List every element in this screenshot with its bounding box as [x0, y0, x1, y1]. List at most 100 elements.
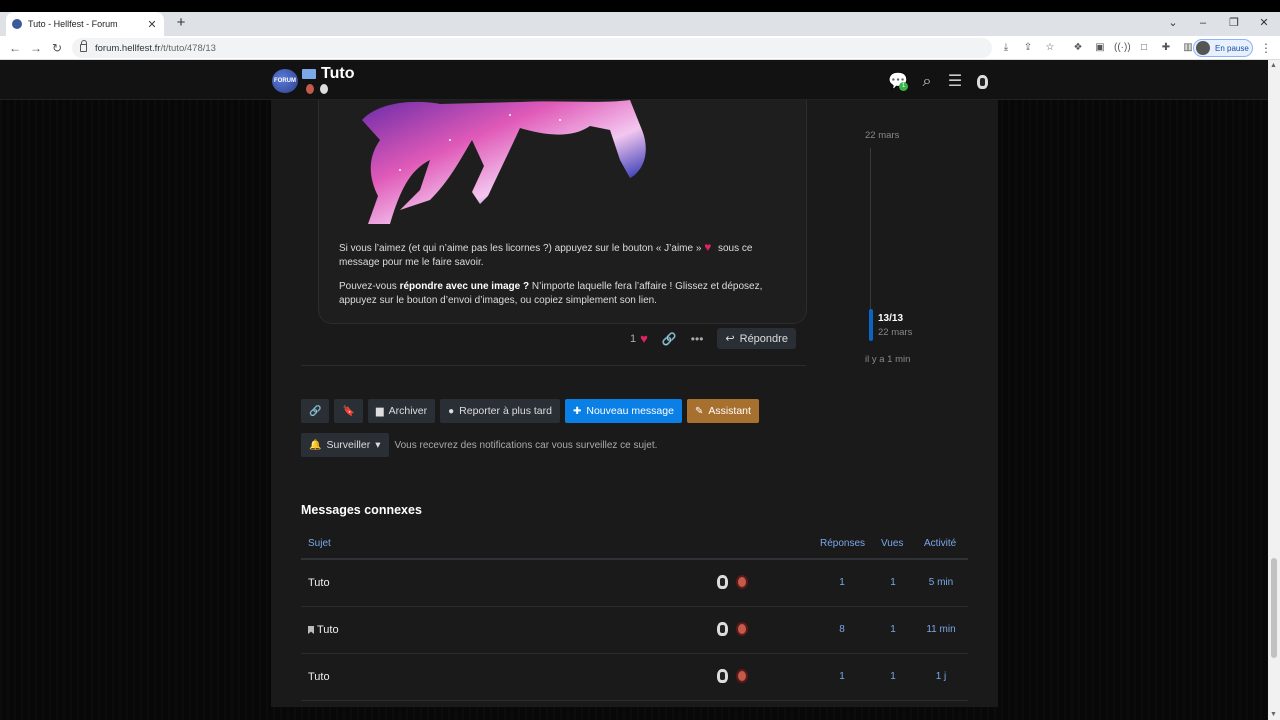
col-views[interactable]: Vues	[881, 538, 903, 549]
related-replies[interactable]: 8	[827, 624, 857, 635]
avatar[interactable]	[736, 669, 748, 683]
timeline-last-activity[interactable]: il y a 1 min	[865, 354, 910, 365]
related-replies[interactable]: 1	[827, 671, 857, 682]
avatar[interactable]	[736, 622, 748, 636]
related-views: 1	[890, 577, 896, 588]
heart-icon: ♥	[640, 331, 648, 346]
tab-search-icon[interactable]: ⌄	[1158, 14, 1188, 32]
header-topic-title[interactable]: Tuto	[302, 65, 354, 83]
avatar[interactable]	[717, 575, 728, 589]
forum-logo[interactable]: FORUM	[272, 69, 298, 93]
profile-button[interactable]: En pause	[1193, 39, 1253, 57]
watch-dropdown[interactable]: 🔔 Surveiller ▾	[301, 433, 389, 457]
plus-icon: ✚	[572, 405, 582, 417]
avatar[interactable]	[717, 669, 728, 683]
like-button[interactable]: 1 ♥	[630, 331, 648, 346]
new-tab-button[interactable]: +	[172, 14, 190, 32]
post-actions: 1 ♥ 🔗 ••• ↩ Répondre	[630, 328, 796, 349]
site-header	[0, 60, 1268, 100]
scroll-up-icon[interactable]: ▲	[1270, 62, 1277, 69]
related-topic-link[interactable]: Tuto	[308, 577, 330, 589]
extension-icon[interactable]: ▣	[1092, 40, 1108, 56]
page-title: Tuto	[321, 65, 355, 82]
broadcast-icon[interactable]: ((·))	[1114, 40, 1131, 56]
timeline-handle[interactable]	[869, 309, 873, 341]
forum-favicon-icon	[12, 19, 22, 29]
table-row[interactable]: Tuto 1 1 1 j	[301, 654, 968, 701]
post-text: Si vous l’aimez (et qui n’aime pas les l…	[339, 241, 794, 318]
extension-icons: ⤓ ⇪ ☆ ❖ ▣ ((·)) □ ✚ ▥	[998, 40, 1196, 56]
avatar	[1196, 41, 1210, 55]
share-link-button[interactable]: 🔗	[301, 399, 330, 423]
install-icon[interactable]: ⤓	[998, 40, 1014, 56]
col-topic: Sujet	[308, 538, 331, 549]
share-icon[interactable]: ⇪	[1020, 40, 1036, 56]
header-participants	[306, 84, 328, 94]
blank-extension-icon[interactable]: □	[1136, 40, 1152, 56]
back-icon[interactable]: ←	[6, 39, 24, 57]
close-tab-icon[interactable]: ✕	[146, 18, 158, 31]
col-activity[interactable]: Activité	[924, 538, 956, 549]
post-paragraph-1: Si vous l’aimez (et qui n’aime pas les l…	[339, 243, 702, 254]
col-replies[interactable]: Réponses	[820, 538, 865, 549]
assistant-button[interactable]: ✎ Assistant	[686, 399, 759, 423]
related-activity[interactable]: 5 min	[925, 577, 957, 588]
post-paragraph-2-start: Pouvez-vous	[339, 281, 397, 292]
puzzle-icon[interactable]: ✚	[1158, 40, 1174, 56]
reply-button[interactable]: ↩ Répondre	[717, 328, 796, 349]
bookmark-icon	[308, 626, 314, 634]
chat-badge-icon: 1	[899, 82, 908, 91]
related-topic-link[interactable]: Tuto	[308, 624, 339, 636]
related-activity[interactable]: 11 min	[925, 624, 957, 635]
avatar[interactable]	[736, 575, 748, 589]
profile-label: En pause	[1215, 43, 1249, 53]
user-avatar[interactable]	[972, 72, 992, 92]
search-icon[interactable]: ⌕	[917, 72, 937, 92]
browser-menu-icon[interactable]: ⋮	[1259, 39, 1273, 57]
related-table-header: Sujet Réponses Vues Activité	[301, 530, 968, 560]
link-icon[interactable]: 🔗	[662, 332, 677, 346]
bookmark-button[interactable]: 🔖	[334, 399, 363, 423]
watch-label: Surveiller	[326, 439, 371, 451]
related-table: Sujet Réponses Vues Activité Tuto 1 1 5 …	[301, 530, 968, 701]
address-bar[interactable]: forum.hellfest.fr/t/tuto/478/13	[72, 38, 992, 58]
like-count: 1	[630, 332, 637, 345]
close-window-button[interactable]: ✕	[1249, 14, 1279, 32]
caret-down-icon: ▾	[375, 439, 381, 451]
bookmark-star-icon[interactable]: ☆	[1042, 40, 1058, 56]
avatar[interactable]	[717, 622, 728, 636]
avatar[interactable]	[320, 84, 328, 94]
envelope-icon	[302, 69, 316, 79]
restore-button[interactable]: ❐	[1219, 14, 1249, 32]
url-path: /t/tuto/478/13	[160, 42, 216, 54]
post-paragraph-2-bold: répondre avec une image ?	[399, 281, 530, 292]
new-message-button[interactable]: ✚ Nouveau message	[564, 399, 682, 423]
table-row[interactable]: Tuto 1 1 5 min	[301, 560, 968, 607]
browser-tab[interactable]: Tuto - Hellfest - Forum ✕	[6, 12, 164, 36]
assistant-label: Assistant	[708, 405, 751, 417]
archive-button[interactable]: ▆ Archiver	[367, 399, 436, 423]
defer-button[interactable]: ● Reporter à plus tard	[440, 399, 560, 423]
related-topic-link[interactable]: Tuto	[308, 671, 330, 683]
forward-icon[interactable]: →	[27, 39, 45, 57]
avatar[interactable]	[306, 84, 314, 94]
hamburger-menu-icon[interactable]: ☰	[945, 72, 965, 92]
scrollbar[interactable]: ▲ ▼	[1268, 60, 1280, 720]
dropbox-icon[interactable]: ❖	[1070, 40, 1086, 56]
related-activity[interactable]: 1 j	[925, 671, 957, 682]
timeline-start-date[interactable]: 22 mars	[865, 130, 899, 141]
unicorn-image	[362, 100, 646, 224]
related-title: Messages connexes	[301, 503, 422, 517]
scroll-down-icon[interactable]: ▼	[1270, 711, 1277, 718]
divider	[301, 365, 806, 366]
more-options-icon[interactable]: •••	[691, 332, 704, 346]
reload-icon[interactable]: ↻	[48, 39, 66, 57]
bookmark-icon: 🔖	[342, 405, 355, 417]
table-row[interactable]: Tuto 8 1 11 min	[301, 607, 968, 654]
related-replies[interactable]: 1	[827, 577, 857, 588]
minimize-button[interactable]: –	[1188, 14, 1218, 32]
avatar	[976, 75, 988, 89]
circle-icon: ●	[448, 405, 455, 417]
new-message-label: Nouveau message	[586, 405, 674, 417]
scrollbar-thumb[interactable]	[1271, 558, 1277, 658]
